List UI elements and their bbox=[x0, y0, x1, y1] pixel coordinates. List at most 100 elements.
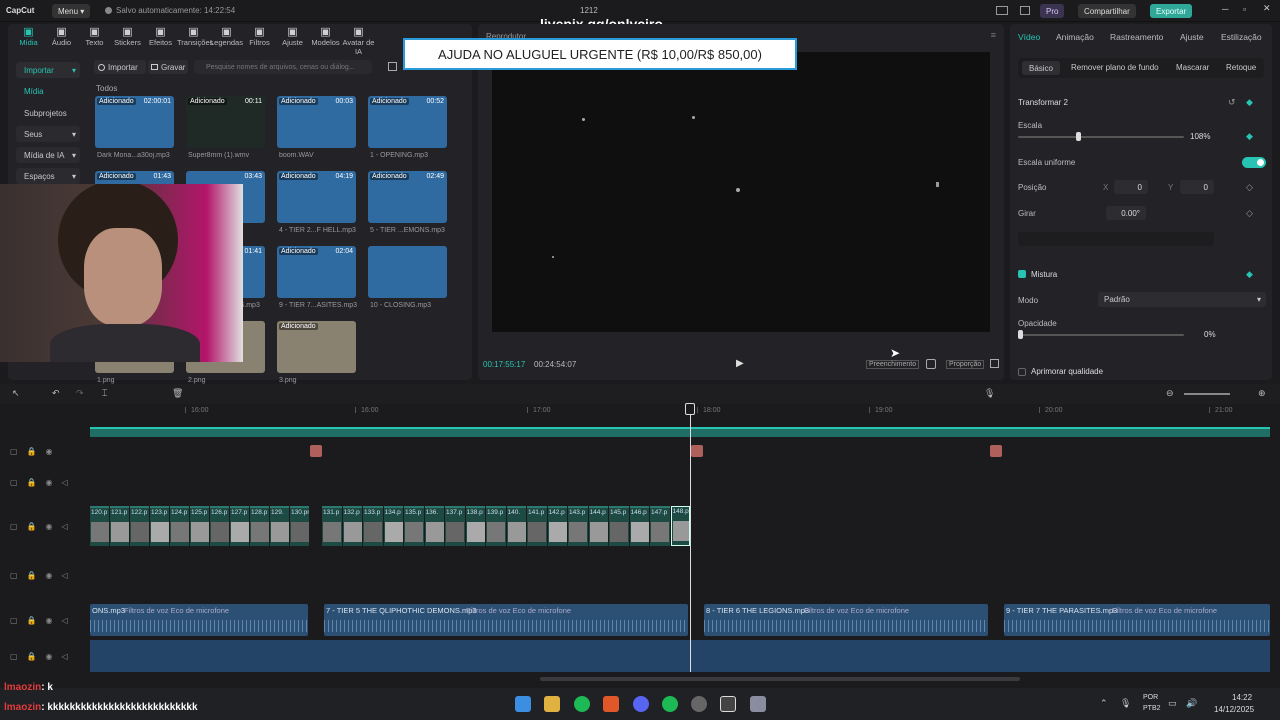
image-clip[interactable]: 141.p bbox=[527, 506, 547, 546]
lock-icon[interactable]: 🔒 bbox=[27, 447, 37, 456]
tray-chevron-icon[interactable]: ⌃ bbox=[1100, 698, 1108, 709]
tab-style[interactable]: Estilização bbox=[1221, 32, 1262, 42]
tab-video[interactable]: Vídeo bbox=[1018, 32, 1040, 42]
subtab-remove-bg[interactable]: Remover plano de fundo bbox=[1071, 63, 1159, 72]
pro-button[interactable]: Pro bbox=[1040, 4, 1065, 18]
audio-clip[interactable]: 8 - TIER 6 THE LEGIONS.mp3 Filtros de voz… bbox=[704, 604, 988, 636]
audio-clip[interactable]: 9 - TIER 7 THE PARASITES.mp3 Filtros de v… bbox=[1004, 604, 1270, 636]
image-clip[interactable]: 145.p bbox=[609, 506, 629, 546]
eye-icon[interactable]: ◉ bbox=[46, 522, 53, 531]
keyframe-icon[interactable]: ◆ bbox=[1246, 269, 1253, 280]
capcut-icon[interactable] bbox=[720, 696, 736, 712]
blend-checkbox[interactable] bbox=[1018, 270, 1026, 278]
image-clip[interactable]: 121.p bbox=[110, 506, 129, 546]
layout-icon[interactable] bbox=[996, 6, 1008, 15]
image-clip[interactable]: 148.png bbox=[670, 506, 690, 546]
reset-icon[interactable]: ↺ bbox=[1228, 97, 1236, 108]
tab-adjust[interactable]: Ajuste bbox=[1180, 32, 1204, 42]
opacity-slider-knob[interactable] bbox=[1018, 330, 1023, 339]
scale-slider[interactable] bbox=[1018, 136, 1184, 138]
eye-icon[interactable]: ◉ bbox=[46, 616, 53, 625]
split-icon[interactable]: ⌶ bbox=[102, 388, 107, 399]
image-clip[interactable]: 120.p bbox=[90, 506, 109, 546]
toolbar-sticker[interactable]: ▣ Stickers bbox=[111, 26, 144, 47]
opacity-slider[interactable] bbox=[1018, 334, 1184, 336]
mute-icon[interactable]: ◁ bbox=[62, 571, 68, 580]
toolbar-effects[interactable]: ▣ Efeitos bbox=[144, 26, 177, 47]
subtab-basic[interactable]: Básico bbox=[1022, 61, 1060, 75]
clock-date[interactable]: 14/12/2025 bbox=[1214, 705, 1254, 714]
audio-clip[interactable]: ONS.mp3 Filtros de voz Eco de microfone bbox=[90, 604, 308, 636]
image-clip[interactable]: 130.pn bbox=[290, 506, 309, 546]
image-clip[interactable]: 132.p bbox=[342, 506, 362, 546]
toolbar-avatar[interactable]: ▣ Avatar de IA bbox=[342, 26, 375, 56]
image-clip[interactable]: 134.p bbox=[383, 506, 403, 546]
toolbar-transition[interactable]: ▣ Transições bbox=[177, 26, 213, 47]
opacity-value[interactable]: 0% bbox=[1204, 330, 1216, 339]
keyframe-icon[interactable]: ◆ bbox=[1246, 131, 1253, 142]
record-button[interactable]: Gravar bbox=[148, 60, 188, 74]
toolbar-text[interactable]: ▣ Texto bbox=[78, 26, 111, 47]
search-input[interactable]: Pesquise nomes de arquivos, cenas ou diá… bbox=[194, 60, 372, 74]
image-clip[interactable]: 131.p bbox=[322, 506, 342, 546]
maximize-icon[interactable]: ▫ bbox=[1243, 4, 1246, 14]
undo-icon[interactable]: ↶ bbox=[52, 388, 60, 399]
brave-icon[interactable] bbox=[603, 696, 619, 712]
rotate-input[interactable]: 0.00° bbox=[1106, 206, 1146, 220]
export-button[interactable]: Exportar bbox=[1150, 4, 1193, 18]
sidebar-item-media[interactable]: Mídia bbox=[16, 83, 80, 99]
subtab-mask[interactable]: Mascarar bbox=[1176, 63, 1209, 72]
track-type-icon[interactable]: ▢ bbox=[10, 478, 18, 487]
mute-icon[interactable]: ◁ bbox=[62, 478, 68, 487]
share-button[interactable]: Compartilhar bbox=[1078, 4, 1136, 18]
ratio-button[interactable]: Proporção bbox=[946, 360, 985, 369]
image-clip[interactable]: 122.p bbox=[130, 506, 149, 546]
position-x-input[interactable]: 0 bbox=[1114, 180, 1148, 194]
grid-view-icon[interactable] bbox=[388, 62, 397, 71]
spotify-icon[interactable] bbox=[662, 696, 678, 712]
image-clip[interactable]: 128.p bbox=[250, 506, 269, 546]
network-icon[interactable]: ▭ bbox=[1168, 698, 1177, 709]
text-clip-marker[interactable] bbox=[691, 445, 703, 457]
position-y-input[interactable]: 0 bbox=[1180, 180, 1214, 194]
eye-icon[interactable]: ◉ bbox=[46, 447, 53, 456]
image-clip[interactable]: 129. bbox=[270, 506, 289, 546]
import-button[interactable]: Importar bbox=[94, 60, 146, 74]
redo-icon[interactable]: ↷ bbox=[76, 388, 84, 399]
image-clip[interactable]: 139.p bbox=[486, 506, 506, 546]
image-clip[interactable]: 147.p bbox=[650, 506, 670, 546]
enhance-checkbox[interactable] bbox=[1018, 368, 1026, 376]
toolbar-audio[interactable]: ▣ Áudio bbox=[45, 26, 78, 47]
image-clip[interactable]: 127.p bbox=[230, 506, 249, 546]
windows-start-icon[interactable] bbox=[515, 696, 531, 712]
track-type-icon[interactable]: ▢ bbox=[10, 522, 18, 531]
keyboard-layout[interactable]: PTB2 bbox=[1143, 705, 1161, 712]
image-clip[interactable]: 144.p bbox=[588, 506, 608, 546]
text-clip-marker[interactable] bbox=[310, 445, 322, 457]
track-type-icon[interactable]: ▢ bbox=[10, 571, 18, 580]
sidebar-item-yours[interactable]: Seus ▾ bbox=[16, 126, 80, 142]
keyframe-icon[interactable]: ◆ bbox=[1246, 97, 1253, 108]
keyframe-icon[interactable]: ◇ bbox=[1246, 182, 1253, 193]
toolbar-templates[interactable]: ▣ Modelos bbox=[309, 26, 342, 47]
playhead[interactable] bbox=[690, 404, 691, 672]
transform-heading[interactable]: Transformar 2 bbox=[1018, 98, 1068, 107]
text-clip-marker[interactable] bbox=[990, 445, 1002, 457]
media-thumbnail[interactable]: Adicionado 02:49 bbox=[368, 171, 447, 223]
scale-slider-knob[interactable] bbox=[1076, 132, 1082, 141]
image-clip[interactable]: 123.p bbox=[150, 506, 169, 546]
track-type-icon[interactable]: ▢ bbox=[10, 652, 18, 661]
clock-time[interactable]: 14:22 bbox=[1232, 693, 1252, 702]
tab-tracking[interactable]: Rastreamento bbox=[1110, 32, 1163, 42]
discord-icon[interactable] bbox=[633, 696, 649, 712]
image-clip[interactable]: 135.p bbox=[404, 506, 424, 546]
screenshot-icon[interactable] bbox=[926, 359, 936, 369]
media-thumbnail[interactable] bbox=[368, 246, 447, 298]
playhead-handle[interactable] bbox=[685, 403, 695, 415]
lock-icon[interactable]: 🔒 bbox=[27, 522, 37, 531]
fullscreen-icon[interactable] bbox=[990, 359, 999, 368]
eye-icon[interactable]: ◉ bbox=[46, 652, 53, 661]
music-track-clip[interactable] bbox=[90, 640, 1270, 672]
calculator-icon[interactable] bbox=[750, 696, 766, 712]
microphone-icon[interactable]: 🎙 bbox=[984, 388, 995, 399]
